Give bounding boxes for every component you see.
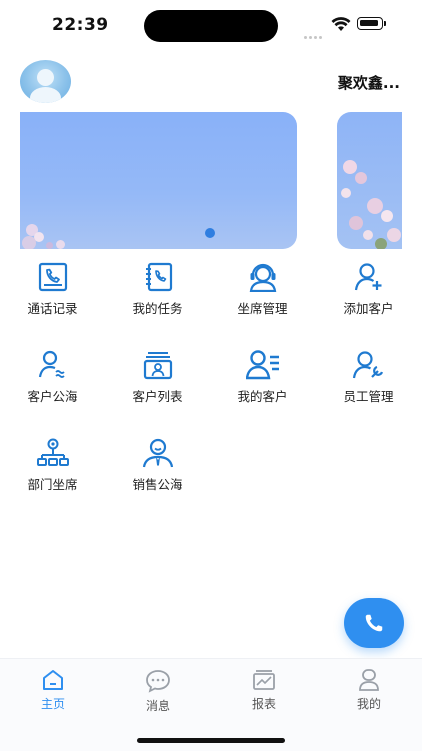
status-bar: 22:39 [0, 0, 422, 52]
tab-label: 主页 [40, 697, 65, 711]
carousel-page-dot[interactable] [205, 228, 215, 238]
add-customer-icon [354, 263, 381, 291]
grid-item-agent-manage[interactable]: 坐席管理 [210, 262, 315, 332]
grid-item-my-customers[interactable]: 我的客户 [210, 350, 315, 420]
tab-home[interactable]: 主页 [18, 669, 88, 712]
battery-tip [384, 21, 386, 26]
message-icon [146, 670, 170, 693]
grid-label: 我的任务 [132, 301, 183, 316]
grid-item-department-agent[interactable]: 部门坐席 [0, 438, 105, 508]
report-icon [253, 670, 275, 690]
banner-slide-next[interactable] [337, 112, 402, 249]
tab-label: 消息 [145, 699, 170, 713]
agent-headset-icon [249, 263, 276, 292]
dynamic-island [144, 10, 278, 42]
grid-item-sales-pool[interactable]: 销售公海 [105, 438, 210, 508]
customer-pool-icon [38, 350, 65, 378]
grid-label: 坐席管理 [237, 301, 288, 316]
grid-label: 我的客户 [237, 389, 288, 404]
grid-item-my-tasks[interactable]: 我的任务 [105, 262, 210, 332]
home-icon [43, 670, 63, 690]
grid-label: 添加客户 [343, 301, 394, 316]
wifi-icon [331, 17, 351, 31]
user-avatar-icon[interactable] [20, 60, 71, 103]
my-customers-icon [245, 350, 279, 380]
tab-label: 我的 [356, 697, 381, 711]
grid-item-call-record[interactable]: 通话记录 [0, 262, 105, 332]
tab-reports[interactable]: 报表 [229, 669, 299, 712]
call-record-icon [38, 262, 67, 292]
customer-list-icon [143, 352, 172, 380]
department-tree-icon [36, 438, 69, 466]
phone-icon [365, 614, 383, 632]
grid-label: 通话记录 [27, 301, 78, 316]
grid-item-customer-pool[interactable]: 客户公海 [0, 350, 105, 420]
staff-manage-icon [352, 351, 383, 379]
grid-label: 员工管理 [343, 389, 394, 404]
grid-label: 客户公海 [27, 389, 78, 404]
grid-item-add-customer[interactable]: 添加客户 [316, 262, 421, 332]
grid-label: 客户列表 [132, 389, 183, 404]
home-indicator [137, 738, 285, 743]
status-time: 22:39 [52, 15, 109, 35]
tab-messages[interactable]: 消息 [123, 669, 193, 714]
tab-label: 报表 [251, 697, 276, 711]
sales-person-icon [142, 438, 173, 468]
grid-label: 部门坐席 [27, 477, 78, 492]
grid-item-staff-manage[interactable]: 员工管理 [316, 350, 421, 420]
grid-label: 销售公海 [132, 477, 183, 492]
tab-profile[interactable]: 我的 [334, 669, 404, 712]
banner-slide-main[interactable] [20, 112, 297, 249]
call-fab-button[interactable] [344, 598, 404, 648]
cellular-signal-icon [304, 24, 326, 39]
username-label: 聚欢鑫... [337, 74, 400, 92]
battery-icon [357, 17, 383, 30]
task-book-icon [145, 262, 172, 292]
grid-item-customer-list[interactable]: 客户列表 [105, 350, 210, 420]
profile-icon [359, 669, 379, 691]
